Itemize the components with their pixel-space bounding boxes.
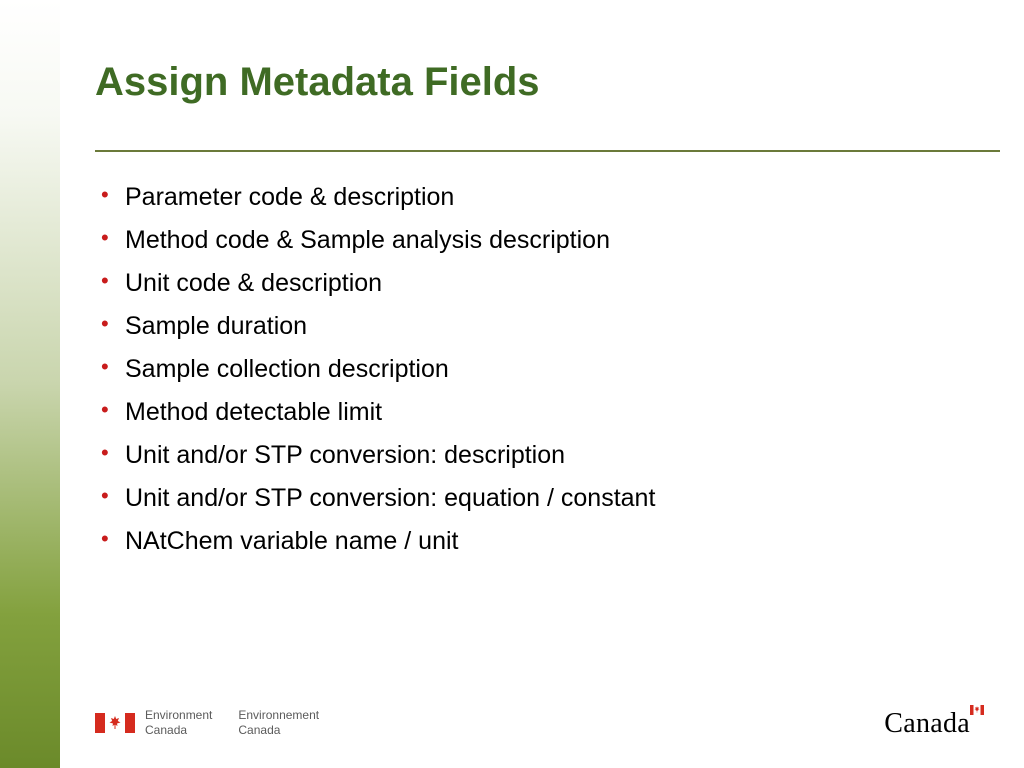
list-item: NAtChem variable name / unit — [125, 529, 655, 554]
department-signature: Environment Canada Environnement Canada — [145, 708, 319, 738]
canada-flag-icon — [970, 705, 984, 715]
dept-fr-line1: Environnement — [238, 708, 319, 723]
side-gradient — [0, 0, 60, 768]
dept-french: Environnement Canada — [238, 708, 319, 738]
canada-flag-icon — [95, 713, 135, 733]
footer-signature: Environment Canada Environnement Canada — [95, 708, 319, 738]
list-item: Method code & Sample analysis descriptio… — [125, 228, 655, 253]
dept-fr-line2: Canada — [238, 723, 319, 738]
list-item: Method detectable limit — [125, 400, 655, 425]
bullet-list: Parameter code & description Method code… — [125, 185, 655, 572]
dept-en-line2: Canada — [145, 723, 212, 738]
wordmark-text: Canada — [884, 708, 970, 739]
list-item: Parameter code & description — [125, 185, 655, 210]
page-title: Assign Metadata Fields — [95, 60, 540, 105]
title-divider — [95, 150, 1000, 152]
list-item: Unit and/or STP conversion: description — [125, 443, 655, 468]
list-item: Unit code & description — [125, 271, 655, 296]
dept-en-line1: Environment — [145, 708, 212, 723]
list-item: Unit and/or STP conversion: equation / c… — [125, 486, 655, 511]
dept-english: Environment Canada — [145, 708, 212, 738]
canada-wordmark: Canada — [884, 708, 984, 740]
list-item: Sample collection description — [125, 357, 655, 382]
list-item: Sample duration — [125, 314, 655, 339]
